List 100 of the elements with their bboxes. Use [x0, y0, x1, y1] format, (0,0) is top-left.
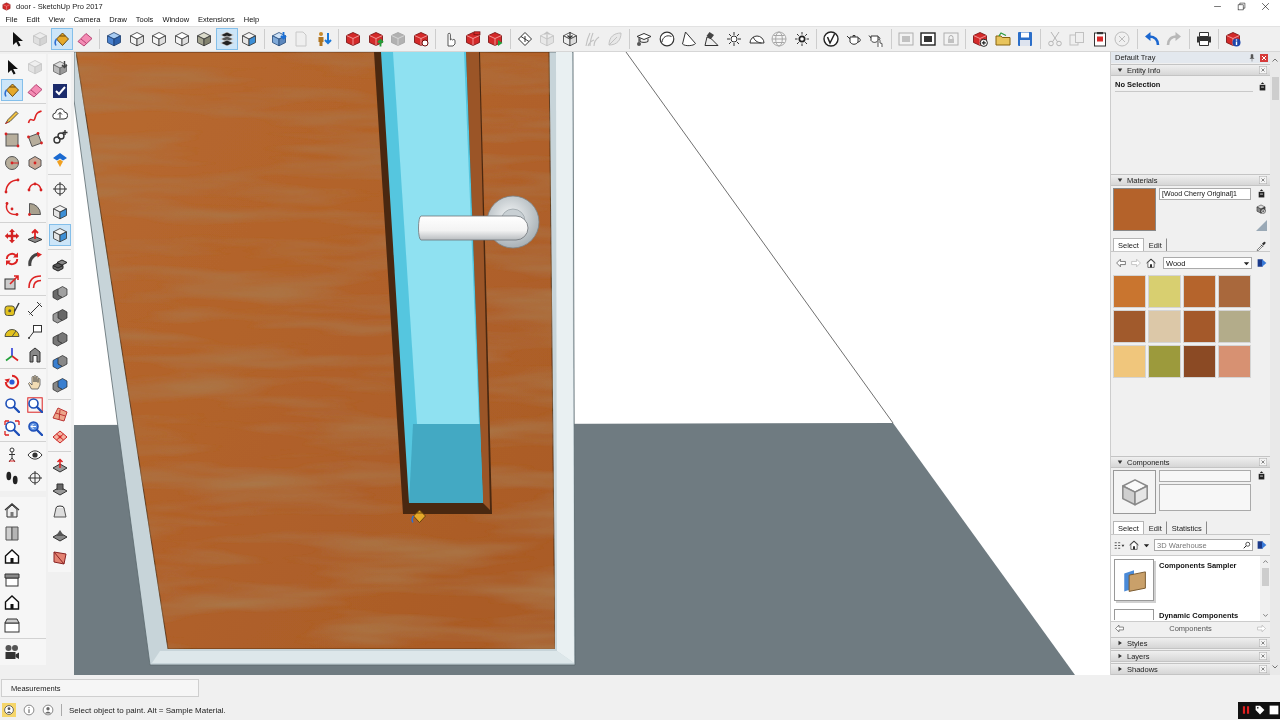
arch-icon[interactable]	[26, 346, 43, 363]
stacked-slabs-icon[interactable]	[215, 28, 238, 50]
zoom-icon[interactable]	[3, 396, 20, 413]
create-material-icon[interactable]	[1256, 204, 1266, 214]
cube-icon[interactable]	[196, 31, 213, 47]
pencil-icon[interactable]	[3, 108, 20, 125]
cube-icon[interactable]	[128, 31, 145, 47]
square-icon[interactable]	[1269, 705, 1279, 715]
terrain-stamp-icon[interactable]	[51, 480, 68, 497]
material-swatch[interactable]	[1183, 310, 1216, 343]
restore-icon[interactable]	[1237, 2, 1246, 11]
cube-icon[interactable]	[151, 31, 168, 47]
picture-frame-icon[interactable]	[920, 31, 937, 47]
dimension-icon[interactable]	[26, 300, 43, 317]
component-thumbnail[interactable]	[1114, 559, 1154, 601]
terrain-grid-icon[interactable]	[51, 428, 68, 445]
scroll-down-icon[interactable]	[1271, 663, 1279, 671]
back-arrow-icon[interactable]	[1115, 623, 1124, 633]
check-circle-icon[interactable]	[823, 31, 840, 47]
cube-play-icon[interactable]	[487, 31, 504, 47]
close-icon[interactable]	[1259, 639, 1267, 647]
scroll-up-icon[interactable]	[1261, 558, 1269, 565]
bell-icon[interactable]	[51, 503, 68, 520]
caret-icon[interactable]	[1143, 541, 1150, 549]
axes-icon[interactable]	[3, 346, 20, 363]
undo-icon[interactable]	[1143, 31, 1160, 47]
eyedropper-icon[interactable]	[1256, 241, 1266, 251]
triangle-mesh-icon[interactable]	[51, 549, 68, 566]
cube-icon[interactable]	[48, 223, 71, 246]
arc-icon[interactable]	[3, 177, 20, 194]
hand-icon[interactable]	[26, 373, 43, 390]
home-icon[interactable]	[1146, 258, 1156, 268]
close-icon[interactable]	[1259, 176, 1267, 184]
book-icon[interactable]	[3, 524, 20, 541]
save-icon[interactable]	[1017, 31, 1034, 47]
sun-icon[interactable]	[793, 31, 810, 47]
house-icon[interactable]	[3, 501, 20, 518]
cloud-upload-icon[interactable]	[51, 105, 68, 122]
paint-bucket-icon[interactable]	[51, 28, 74, 50]
pause-icon[interactable]	[1241, 705, 1251, 715]
printer-icon[interactable]	[1195, 31, 1212, 47]
close-icon[interactable]	[1259, 652, 1267, 660]
rotate-icon[interactable]	[3, 250, 20, 267]
cube-icon[interactable]	[241, 31, 258, 47]
user-icon[interactable]	[42, 704, 54, 716]
scroll-up-icon[interactable]	[1271, 56, 1279, 64]
polygon-icon[interactable]	[26, 154, 43, 171]
material-swatch[interactable]	[1148, 310, 1181, 343]
section-plane-icon[interactable]	[516, 31, 533, 47]
material-swatch[interactable]	[1218, 310, 1251, 343]
crosshair-icon[interactable]	[51, 180, 68, 197]
eraser-icon[interactable]	[76, 31, 93, 47]
scroll-down-icon[interactable]	[1261, 612, 1269, 619]
cone-icon[interactable]	[681, 31, 698, 47]
material-swatch[interactable]	[1113, 275, 1146, 308]
label-icon[interactable]	[26, 323, 43, 340]
material-swatch[interactable]	[1113, 310, 1146, 343]
chest-icon[interactable]	[3, 616, 20, 633]
overlapping-cubes-icon[interactable]	[51, 284, 68, 301]
curved-arrow-icon[interactable]	[26, 250, 43, 267]
footprints-icon[interactable]	[3, 469, 20, 486]
eraser-icon[interactable]	[26, 81, 43, 98]
list-scrollbar[interactable]	[1260, 556, 1270, 621]
scroll-thumb[interactable]	[1261, 568, 1269, 586]
chevron-logo-icon[interactable]	[51, 151, 68, 168]
cube-icon[interactable]	[51, 203, 68, 220]
scroll-thumb[interactable]	[1271, 77, 1279, 100]
new-model-icon[interactable]	[972, 31, 989, 47]
overlapping-cubes-icon[interactable]	[51, 330, 68, 347]
crosshair-icon[interactable]	[26, 469, 43, 486]
cube-badge-icon[interactable]	[345, 31, 362, 47]
push-pull-icon[interactable]	[26, 227, 43, 244]
details-toggle-icon[interactable]	[1256, 189, 1266, 198]
scale-icon[interactable]	[3, 273, 20, 290]
checkbox-icon[interactable]	[51, 82, 68, 99]
overlapping-cubes-icon[interactable]	[51, 307, 68, 324]
details-toggle-icon[interactable]	[1256, 471, 1266, 480]
freehand-curve-icon[interactable]	[26, 108, 43, 125]
cube-badge-icon[interactable]	[412, 31, 429, 47]
cube-badge-icon[interactable]	[464, 31, 481, 47]
rectangle-icon[interactable]	[3, 131, 20, 148]
component-name-field[interactable]	[1159, 470, 1251, 482]
folder-icon[interactable]	[994, 31, 1011, 47]
close-icon[interactable]	[1260, 53, 1268, 62]
home-icon[interactable]	[1129, 540, 1139, 550]
view-options-icon[interactable]	[1114, 539, 1125, 551]
close-icon[interactable]	[1259, 665, 1267, 673]
house-icon[interactable]	[3, 547, 20, 564]
component-thumbnail[interactable]	[1114, 609, 1154, 620]
close-icon[interactable]	[1261, 2, 1270, 11]
overlapping-cubes-icon[interactable]	[51, 376, 68, 393]
tray-scrollbar[interactable]	[1270, 52, 1280, 675]
sun-icon[interactable]	[726, 31, 743, 47]
material-swatch[interactable]	[1113, 345, 1146, 378]
geo-location-icon[interactable]	[2, 703, 16, 717]
details-arrow-icon[interactable]	[1257, 258, 1267, 268]
clipboard-icon[interactable]	[1091, 31, 1108, 47]
component-description-field[interactable]	[1159, 484, 1251, 511]
movie-camera-icon[interactable]	[3, 643, 20, 660]
details-toggle-icon[interactable]	[1258, 81, 1267, 91]
